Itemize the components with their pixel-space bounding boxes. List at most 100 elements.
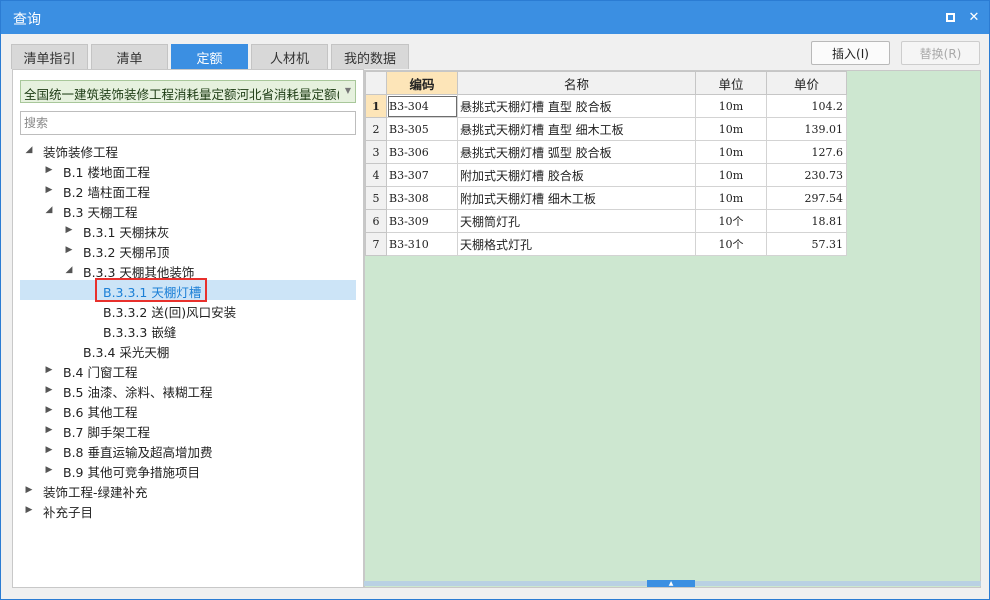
cell-name[interactable]: 天棚格式灯孔 [457, 232, 696, 256]
cell-code[interactable]: B3-305 [386, 117, 458, 141]
cell-code[interactable]: B3-306 [386, 140, 458, 164]
cell-price[interactable]: 297.54 [766, 186, 847, 210]
column-header-unit[interactable]: 单位 [695, 71, 767, 95]
tree-node[interactable]: B.3.3.2 送(回)风口安装 [13, 300, 363, 320]
triangle-right-icon[interactable]: ▶ [43, 443, 55, 457]
cell-name[interactable]: 附加式天棚灯槽 细木工板 [457, 186, 696, 210]
tree-node-label: B.3.4 采光天棚 [83, 345, 170, 360]
tab-bill-guide[interactable]: 清单指引 [11, 44, 88, 69]
tree-node-label: B.2 墙柱面工程 [63, 185, 150, 200]
cell-code[interactable]: B3-309 [386, 209, 458, 233]
cell-unit[interactable]: 10个 [695, 232, 767, 256]
cell-unit[interactable]: 10m [695, 186, 767, 210]
tree-node-label: B.3.2 天棚吊顶 [83, 245, 170, 260]
tree-node[interactable]: ▶ B.3.2 天棚吊顶 [13, 240, 363, 260]
tree-node[interactable]: ◢ B.3 天棚工程 [13, 200, 363, 220]
tree-node[interactable]: ▶ B.6 其他工程 [13, 400, 363, 420]
cell-name[interactable]: 悬挑式天棚灯槽 弧型 胶合板 [457, 140, 696, 164]
cell-unit[interactable]: 10个 [695, 209, 767, 233]
cell-unit[interactable]: 10m [695, 94, 767, 118]
cell-price[interactable]: 104.2 [766, 94, 847, 118]
table-row[interactable]: 7 B3-310 天棚格式灯孔 10个 57.31 [365, 232, 847, 256]
cell-name[interactable]: 附加式天棚灯槽 胶合板 [457, 163, 696, 187]
tree-node[interactable]: ▶ B.7 脚手架工程 [13, 420, 363, 440]
cell-unit[interactable]: 10m [695, 140, 767, 164]
table-row[interactable]: 2 B3-305 悬挑式天棚灯槽 直型 细木工板 10m 139.01 [365, 117, 847, 141]
tree-node-label: B.7 脚手架工程 [63, 425, 150, 440]
tree-node[interactable]: ▶ 补充子目 [13, 500, 363, 520]
tree-node[interactable]: ▶ B.5 油漆、涂料、裱糊工程 [13, 380, 363, 400]
tree-node-label: B.5 油漆、涂料、裱糊工程 [63, 385, 213, 400]
table-header-row: 编码 名称 单位 单价 [365, 71, 847, 95]
row-number-header [365, 71, 387, 95]
tree-node[interactable]: ◢ B.3.3 天棚其他装饰 [13, 260, 363, 280]
triangle-right-icon[interactable]: ▶ [43, 463, 55, 477]
cell-name[interactable]: 悬挑式天棚灯槽 直型 细木工板 [457, 117, 696, 141]
tab-bill[interactable]: 清单 [91, 44, 168, 69]
close-icon[interactable]: ✕ [967, 10, 981, 25]
cell-unit[interactable]: 10m [695, 163, 767, 187]
horizontal-scrollbar[interactable]: ▲ [364, 580, 981, 587]
triangle-right-icon[interactable]: ▶ [43, 183, 55, 197]
tree-node[interactable]: ▶ B.9 其他可竞争措施项目 [13, 460, 363, 480]
tree-node-label: B.1 楼地面工程 [63, 165, 150, 180]
triangle-right-icon[interactable]: ▶ [23, 503, 35, 517]
tree-node[interactable]: B.3.4 采光天棚 [13, 340, 363, 360]
tree-node-label: B.9 其他可竞争措施项目 [63, 465, 200, 480]
cell-code[interactable]: B3-308 [386, 186, 458, 210]
cell-price[interactable]: 139.01 [766, 117, 847, 141]
table-row[interactable]: 1 B3-304 悬挑式天棚灯槽 直型 胶合板 10m 104.2 [365, 94, 847, 118]
replace-button[interactable]: 替换(R) [901, 41, 980, 65]
tree-node[interactable]: ▶ B.1 楼地面工程 [13, 160, 363, 180]
restore-window-icon[interactable] [943, 10, 957, 24]
row-number: 2 [365, 117, 387, 141]
cell-price[interactable]: 230.73 [766, 163, 847, 187]
table-row[interactable]: 3 B3-306 悬挑式天棚灯槽 弧型 胶合板 10m 127.6 [365, 140, 847, 164]
tree-node[interactable]: ▶ B.2 墙柱面工程 [13, 180, 363, 200]
tree-node[interactable]: ▶ B.3.1 天棚抹灰 [13, 220, 363, 240]
triangle-down-icon[interactable]: ◢ [63, 263, 75, 277]
cell-price[interactable]: 18.81 [766, 209, 847, 233]
insert-button[interactable]: 插入(I) [811, 41, 890, 65]
triangle-right-icon[interactable]: ▶ [43, 403, 55, 417]
quota-library-select[interactable]: 全国统一建筑装饰装修工程消耗量定额河北省消耗量定额(20 ▼ [20, 80, 356, 103]
triangle-right-icon[interactable]: ▶ [43, 383, 55, 397]
column-header-name[interactable]: 名称 [457, 71, 696, 95]
tree-node[interactable]: ▶ B.4 门窗工程 [13, 360, 363, 380]
row-number: 7 [365, 232, 387, 256]
cell-name[interactable]: 天棚筒灯孔 [457, 209, 696, 233]
title-bar[interactable]: 查询 ✕ [1, 1, 989, 34]
dropdown-arrow-icon[interactable]: ▼ [345, 86, 351, 95]
search-input[interactable] [20, 111, 356, 135]
triangle-right-icon[interactable]: ▶ [43, 423, 55, 437]
table-row[interactable]: 6 B3-309 天棚筒灯孔 10个 18.81 [365, 209, 847, 233]
cell-name[interactable]: 悬挑式天棚灯槽 直型 胶合板 [457, 94, 696, 118]
scroll-up-arrow-icon[interactable]: ▲ [647, 580, 695, 587]
tree-node[interactable]: B.3.3.3 嵌缝 [13, 320, 363, 340]
cell-code[interactable]: B3-310 [386, 232, 458, 256]
tree-node-label: 装饰装修工程 [43, 145, 119, 160]
table-row[interactable]: 5 B3-308 附加式天棚灯槽 细木工板 10m 297.54 [365, 186, 847, 210]
tree-node[interactable]: ◢ 装饰装修工程 [13, 140, 363, 160]
tab-quota[interactable]: 定额 [171, 44, 248, 69]
cell-price[interactable]: 57.31 [766, 232, 847, 256]
tree-node[interactable]: ▶ 装饰工程-绿建补充 [13, 480, 363, 500]
triangle-right-icon[interactable]: ▶ [23, 483, 35, 497]
cell-unit[interactable]: 10m [695, 117, 767, 141]
tree-node-label: B.8 垂直运输及超高增加费 [63, 445, 213, 460]
triangle-right-icon[interactable]: ▶ [43, 163, 55, 177]
triangle-down-icon[interactable]: ◢ [23, 143, 35, 157]
table-row[interactable]: 4 B3-307 附加式天棚灯槽 胶合板 10m 230.73 [365, 163, 847, 187]
tab-my-data[interactable]: 我的数据 [331, 44, 409, 69]
cell-price[interactable]: 127.6 [766, 140, 847, 164]
triangle-right-icon[interactable]: ▶ [63, 223, 75, 237]
column-header-price[interactable]: 单价 [766, 71, 847, 95]
tab-labor-material-machine[interactable]: 人材机 [251, 44, 328, 69]
triangle-right-icon[interactable]: ▶ [43, 363, 55, 377]
cell-code[interactable]: B3-307 [386, 163, 458, 187]
triangle-down-icon[interactable]: ◢ [43, 203, 55, 217]
cell-code[interactable]: B3-304 [386, 94, 458, 118]
column-header-code[interactable]: 编码 [386, 71, 458, 95]
tree-node[interactable]: ▶ B.8 垂直运输及超高增加费 [13, 440, 363, 460]
triangle-right-icon[interactable]: ▶ [63, 243, 75, 257]
